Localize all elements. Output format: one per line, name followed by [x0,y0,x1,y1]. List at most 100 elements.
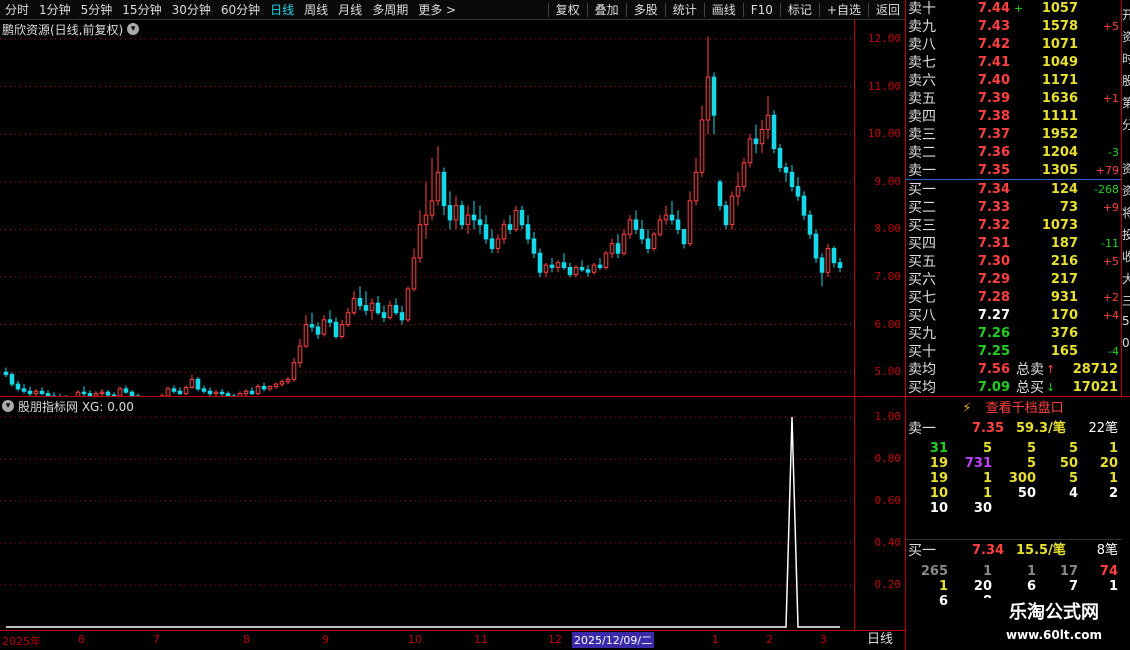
side-strip-char: 开 [1122,6,1130,23]
candle-body [273,383,279,387]
toolbar-action-3[interactable]: 统计 [668,0,702,19]
toolbar-separator [664,2,666,17]
toolbar-period-1[interactable]: 1分钟 [34,0,76,19]
candle [243,388,249,396]
candle [357,286,363,311]
candle [423,181,429,239]
candle [801,191,807,220]
view-depth-link[interactable]: ⚡ 查看千档盘口 [905,398,1121,420]
candle-body [519,209,525,226]
candle-body [243,390,249,395]
sell-summary-avg-price: 7.56 [977,362,1010,377]
toolbar-period-7[interactable]: 周线 [299,0,333,19]
candle-body [645,238,651,249]
toolbar-period-2[interactable]: 5分钟 [76,0,118,19]
order-book: 卖十 7.44 1057 + 卖九 7.43 1578 +5 卖八 7.42 1071 卖七 7.41 1… [905,0,1121,396]
candle-body [15,383,21,390]
candle [405,286,411,323]
toolbar-action-8[interactable]: 返回 [871,0,905,19]
candle [81,386,87,396]
toolbar-separator [703,2,705,17]
candle [267,385,273,392]
side-strip-char: 大 [1122,270,1130,287]
candle [177,387,183,396]
candle-body [183,386,189,395]
candle [837,257,843,273]
indicator-panel[interactable] [0,396,855,630]
candlestick-panel[interactable] [0,20,855,396]
candle [297,338,303,368]
ask-mark: + [1014,2,1024,15]
toolbar-period-5[interactable]: 60分钟 [216,0,265,19]
ask1-order-row-cell: 10 [929,501,948,516]
candle [303,315,309,349]
bid-row: 买二 7.33 73 +9 [906,199,1122,217]
main-chart-title: 鹏欣资源(日线,前复权) [2,22,124,37]
bid-change: +9 [1102,201,1119,214]
toolbar-period-10[interactable]: 更多 > [413,0,461,19]
ask-row: 卖五 7.39 1636 +1 [906,90,1122,108]
candle-body [681,228,687,245]
candle [657,215,663,237]
bid-row: 买八 7.27 170 +4 [906,307,1122,325]
toolbar-action-0[interactable]: 复权 [551,0,585,19]
candle-body [525,224,531,240]
title-dropdown-icon[interactable]: ▾ [127,23,140,35]
candle-body [477,219,483,226]
indicator-chart[interactable] [0,397,855,631]
bid-volume: 165 [1050,344,1078,359]
candle [759,119,765,154]
bid-price: 7.29 [977,272,1010,287]
ask-volume: 1636 [1041,91,1078,106]
candle [567,262,573,278]
candle-body [195,378,201,390]
toolbar-period-6[interactable]: 日线 [265,0,299,19]
toolbar-action-4[interactable]: 画线 [707,0,741,19]
toolbar-action-1[interactable]: 叠加 [590,0,624,19]
indicator-dropdown-icon[interactable]: ▾ [2,400,14,412]
candle [183,385,189,396]
toolbar-action-6[interactable]: 标记 [783,0,817,19]
candle-body [447,205,453,221]
watermark-url: www.60lt.com [1005,628,1103,642]
ask-price: 7.42 [977,37,1010,52]
candle [573,265,579,278]
candle-body [819,257,825,273]
date-axis-label: 6 [78,633,85,646]
candle-body [105,391,111,396]
toolbar-action-7[interactable]: +自选 [822,0,866,19]
main-chart-header: 鹏欣资源(日线,前复权) ▾ [0,20,855,38]
candle-body [807,214,813,235]
toolbar-action-2[interactable]: 多股 [629,0,663,19]
candle-body [543,264,549,273]
candle [333,317,339,339]
ask-label: 卖二 [908,145,936,161]
bid-price: 7.27 [977,308,1010,323]
toolbar-action-5[interactable]: F10 [746,0,778,19]
ask-price: 7.36 [977,145,1010,160]
candle [465,205,471,235]
date-axis-label: 1 [712,633,719,646]
price-axis-label: 10.00 [867,127,901,141]
toolbar-separator [547,2,549,17]
toolbar-period-0[interactable]: 分时 [0,0,34,19]
period-label[interactable]: 日线 [855,630,905,650]
toolbar-period-3[interactable]: 15分钟 [117,0,166,19]
candle [15,380,21,392]
candle-body [435,171,441,202]
ask-change: +5 [1102,20,1119,33]
xg-indicator-line [6,416,840,628]
side-strip-char: 0 [1122,336,1130,350]
candle-body [267,385,273,390]
candle-body [381,312,387,318]
date-axis-label: 8 [243,633,250,646]
candlestick-chart[interactable] [0,20,855,396]
candle-body [777,148,783,169]
bid-label: 买五 [908,254,936,270]
ask-label: 卖一 [908,163,936,179]
toolbar-period-9[interactable]: 多周期 [367,0,413,19]
toolbar-period-4[interactable]: 30分钟 [167,0,216,19]
toolbar-period-8[interactable]: 月线 [333,0,367,19]
candle [639,219,645,244]
candle [771,110,777,154]
